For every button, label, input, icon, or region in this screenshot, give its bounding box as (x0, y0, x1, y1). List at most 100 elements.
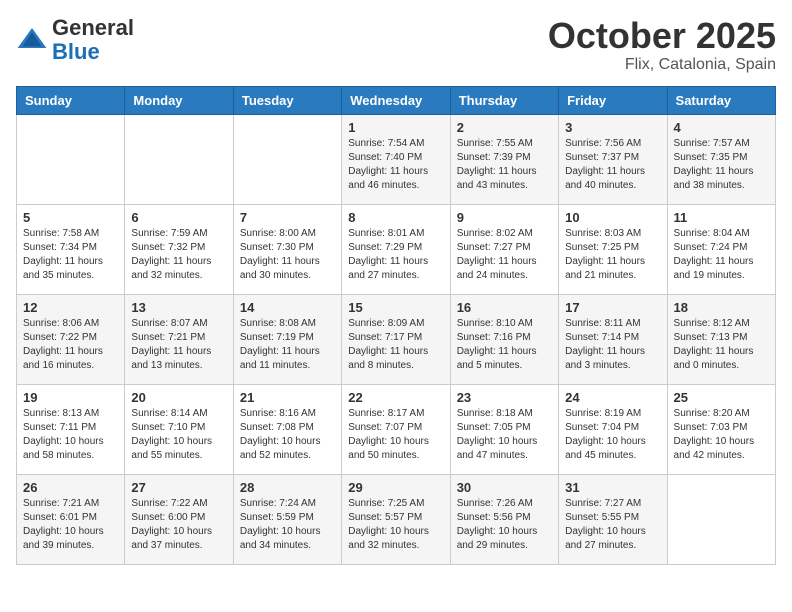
calendar-cell (125, 114, 233, 204)
day-info: Sunrise: 8:17 AM Sunset: 7:07 PM Dayligh… (348, 407, 443, 463)
calendar-week-row: 26 Sunrise: 7:21 AM Sunset: 6:01 PM Dayli… (17, 474, 776, 564)
day-number: 27 (131, 480, 226, 495)
day-info: Sunrise: 8:02 AM Sunset: 7:27 PM Dayligh… (457, 227, 552, 283)
day-number: 22 (348, 390, 443, 405)
day-number: 5 (23, 210, 118, 225)
day-info: Sunrise: 8:07 AM Sunset: 7:21 PM Dayligh… (131, 317, 226, 373)
calendar-cell: 16Sunrise: 8:10 AM Sunset: 7:16 PM Dayli… (450, 294, 558, 384)
calendar-cell: 10Sunrise: 8:03 AM Sunset: 7:25 PM Dayli… (559, 204, 667, 294)
calendar-cell: 31Sunrise: 7:27 AM Sunset: 5:55 PM Dayli… (559, 474, 667, 564)
calendar-cell (17, 114, 125, 204)
day-number: 21 (240, 390, 335, 405)
page-header: General Blue October 2025 Flix, Cataloni… (16, 16, 776, 74)
calendar-cell: 18Sunrise: 8:12 AM Sunset: 7:13 PM Dayli… (667, 294, 775, 384)
day-number: 18 (674, 300, 769, 315)
day-number: 19 (23, 390, 118, 405)
day-info: Sunrise: 7:25 AM Sunset: 5:57 PM Dayligh… (348, 497, 443, 553)
day-info: Sunrise: 8:16 AM Sunset: 7:08 PM Dayligh… (240, 407, 335, 463)
calendar-cell: 1Sunrise: 7:54 AM Sunset: 7:40 PM Daylig… (342, 114, 450, 204)
day-info: Sunrise: 7:21 AM Sunset: 6:01 PM Dayligh… (23, 497, 118, 553)
calendar-week-row: 19 Sunrise: 8:13 AM Sunset: 7:11 PM Dayli… (17, 384, 776, 474)
calendar-cell: 22 Sunrise: 8:17 AM Sunset: 7:07 PM Dayli… (342, 384, 450, 474)
day-info: Sunrise: 8:20 AM Sunset: 7:03 PM Dayligh… (674, 407, 769, 463)
day-info: Sunrise: 8:00 AM Sunset: 7:30 PM Dayligh… (240, 227, 335, 283)
calendar-cell: 12 Sunrise: 8:06 AM Sunset: 7:22 PM Dayli… (17, 294, 125, 384)
calendar-cell: 24 Sunrise: 8:19 AM Sunset: 7:04 PM Dayli… (559, 384, 667, 474)
day-info: Sunrise: 8:18 AM Sunset: 7:05 PM Dayligh… (457, 407, 552, 463)
day-number: 8 (348, 210, 443, 225)
day-info: Sunrise: 8:13 AM Sunset: 7:11 PM Dayligh… (23, 407, 118, 463)
day-number: 17 (565, 300, 660, 315)
calendar-cell: 25 Sunrise: 8:20 AM Sunset: 7:03 PM Dayli… (667, 384, 775, 474)
calendar-week-row: 1Sunrise: 7:54 AM Sunset: 7:40 PM Daylig… (17, 114, 776, 204)
day-number: 3 (565, 120, 660, 135)
calendar-cell: 17Sunrise: 8:11 AM Sunset: 7:14 PM Dayli… (559, 294, 667, 384)
logo-general: General (52, 15, 134, 40)
calendar-cell: 27 Sunrise: 7:22 AM Sunset: 6:00 PM Dayli… (125, 474, 233, 564)
calendar-cell: 30 Sunrise: 7:26 AM Sunset: 5:56 PM Dayli… (450, 474, 558, 564)
day-info: Sunrise: 7:26 AM Sunset: 5:56 PM Dayligh… (457, 497, 552, 553)
calendar-day-header: Thursday (450, 86, 558, 114)
title-block: October 2025 Flix, Catalonia, Spain (548, 16, 776, 74)
calendar-cell: 6 Sunrise: 7:59 AM Sunset: 7:32 PM Daylig… (125, 204, 233, 294)
calendar-cell: 29 Sunrise: 7:25 AM Sunset: 5:57 PM Dayli… (342, 474, 450, 564)
day-info: Sunrise: 8:06 AM Sunset: 7:22 PM Dayligh… (23, 317, 118, 373)
calendar-week-row: 12 Sunrise: 8:06 AM Sunset: 7:22 PM Dayli… (17, 294, 776, 384)
calendar-cell: 13 Sunrise: 8:07 AM Sunset: 7:21 PM Dayli… (125, 294, 233, 384)
logo: General Blue (16, 16, 134, 64)
day-info: Sunrise: 7:22 AM Sunset: 6:00 PM Dayligh… (131, 497, 226, 553)
day-info: Sunrise: 8:01 AM Sunset: 7:29 PM Dayligh… (348, 227, 443, 283)
calendar-cell: 14 Sunrise: 8:08 AM Sunset: 7:19 PM Dayli… (233, 294, 341, 384)
calendar-cell: 23 Sunrise: 8:18 AM Sunset: 7:05 PM Dayli… (450, 384, 558, 474)
day-number: 23 (457, 390, 552, 405)
day-number: 9 (457, 210, 552, 225)
logo-blue: Blue (52, 39, 100, 64)
logo-icon (16, 24, 48, 56)
day-info: Sunrise: 7:58 AM Sunset: 7:34 PM Dayligh… (23, 227, 118, 283)
day-number: 28 (240, 480, 335, 495)
calendar-day-header: Wednesday (342, 86, 450, 114)
day-number: 13 (131, 300, 226, 315)
calendar-cell: 3 Sunrise: 7:56 AM Sunset: 7:37 PM Daylig… (559, 114, 667, 204)
day-info: Sunrise: 7:56 AM Sunset: 7:37 PM Dayligh… (565, 137, 660, 193)
day-number: 4 (674, 120, 769, 135)
day-number: 6 (131, 210, 226, 225)
calendar-header-row: SundayMondayTuesdayWednesdayThursdayFrid… (17, 86, 776, 114)
day-number: 15 (348, 300, 443, 315)
calendar-cell: 26 Sunrise: 7:21 AM Sunset: 6:01 PM Dayli… (17, 474, 125, 564)
calendar-week-row: 5 Sunrise: 7:58 AM Sunset: 7:34 PM Daylig… (17, 204, 776, 294)
day-info: Sunrise: 8:14 AM Sunset: 7:10 PM Dayligh… (131, 407, 226, 463)
day-number: 24 (565, 390, 660, 405)
calendar-cell: 15 Sunrise: 8:09 AM Sunset: 7:17 PM Dayli… (342, 294, 450, 384)
calendar-cell (667, 474, 775, 564)
day-info: Sunrise: 7:57 AM Sunset: 7:35 PM Dayligh… (674, 137, 769, 193)
calendar-cell: 11 Sunrise: 8:04 AM Sunset: 7:24 PM Dayli… (667, 204, 775, 294)
calendar-day-header: Friday (559, 86, 667, 114)
day-info: Sunrise: 8:09 AM Sunset: 7:17 PM Dayligh… (348, 317, 443, 373)
calendar-cell: 28 Sunrise: 7:24 AM Sunset: 5:59 PM Dayli… (233, 474, 341, 564)
day-info: Sunrise: 7:59 AM Sunset: 7:32 PM Dayligh… (131, 227, 226, 283)
location: Flix, Catalonia, Spain (548, 56, 776, 74)
day-info: Sunrise: 8:19 AM Sunset: 7:04 PM Dayligh… (565, 407, 660, 463)
day-info: Sunrise: 8:03 AM Sunset: 7:25 PM Dayligh… (565, 227, 660, 283)
day-number: 30 (457, 480, 552, 495)
day-number: 14 (240, 300, 335, 315)
day-number: 16 (457, 300, 552, 315)
day-info: Sunrise: 7:55 AM Sunset: 7:39 PM Dayligh… (457, 137, 552, 193)
month-title: October 2025 (548, 16, 776, 56)
calendar-day-header: Monday (125, 86, 233, 114)
day-info: Sunrise: 7:27 AM Sunset: 5:55 PM Dayligh… (565, 497, 660, 553)
day-number: 29 (348, 480, 443, 495)
calendar-cell: 20 Sunrise: 8:14 AM Sunset: 7:10 PM Dayli… (125, 384, 233, 474)
day-number: 7 (240, 210, 335, 225)
day-info: Sunrise: 8:08 AM Sunset: 7:19 PM Dayligh… (240, 317, 335, 373)
day-info: Sunrise: 7:24 AM Sunset: 5:59 PM Dayligh… (240, 497, 335, 553)
day-number: 12 (23, 300, 118, 315)
calendar-cell (233, 114, 341, 204)
day-info: Sunrise: 8:04 AM Sunset: 7:24 PM Dayligh… (674, 227, 769, 283)
calendar-table: SundayMondayTuesdayWednesdayThursdayFrid… (16, 86, 776, 565)
day-number: 20 (131, 390, 226, 405)
day-number: 26 (23, 480, 118, 495)
day-number: 11 (674, 210, 769, 225)
day-number: 25 (674, 390, 769, 405)
